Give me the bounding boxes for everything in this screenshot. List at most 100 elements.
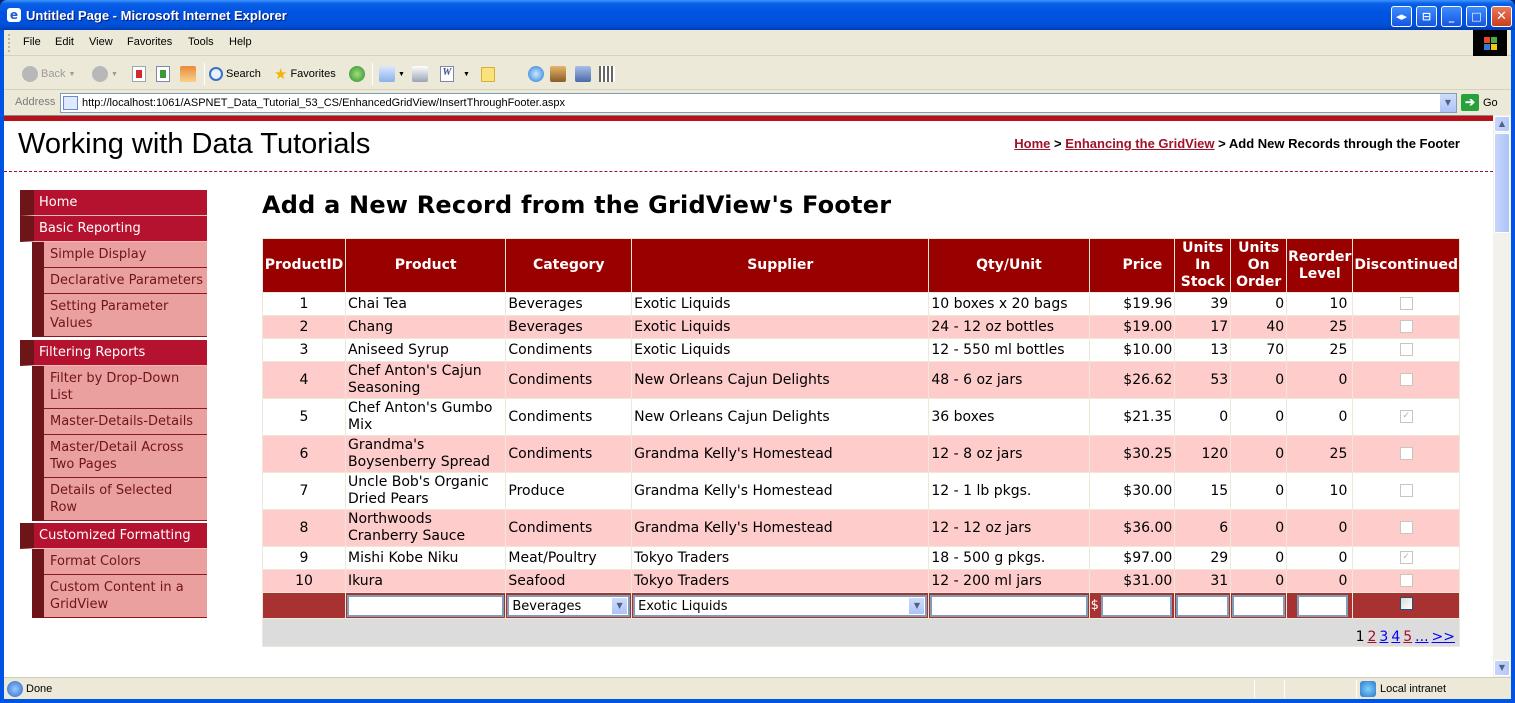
pager-link[interactable]: 3 (1379, 629, 1388, 645)
sidebar-item-filtering-reports[interactable]: Filtering Reports (20, 340, 207, 366)
cell-reorder-level: 25 (1286, 435, 1354, 473)
history-button[interactable] (349, 65, 365, 83)
status-bar: Done Local intranet (4, 677, 1511, 699)
sidebar-item-master-details-details[interactable]: Master-Details-Details (44, 409, 207, 435)
new-supplier-select[interactable]: Exotic Liquids ▼ (633, 594, 928, 617)
pager-link[interactable]: 5 (1403, 629, 1412, 645)
pager-link[interactable]: >> (1432, 629, 1455, 645)
col-header-units-on-order[interactable]: Units On Order (1230, 238, 1288, 293)
sidebar-item-customized-formatting[interactable]: Customized Formatting (20, 523, 207, 549)
menu-tools[interactable]: Tools (188, 36, 214, 48)
new-qty-per-unit-input[interactable] (930, 594, 1088, 617)
scroll-down-icon[interactable]: ▼ (1494, 660, 1510, 676)
new-reorder-level-input[interactable] (1297, 594, 1349, 617)
new-product-name-input[interactable] (346, 594, 505, 617)
menu-file[interactable]: File (23, 36, 41, 48)
sidebar-item-custom-content[interactable]: Custom Content in a GridView (44, 575, 207, 618)
menu-view[interactable]: View (89, 36, 113, 48)
breadcrumb-home-link[interactable]: Home (1014, 136, 1050, 151)
sidebar-item-setting-parameter-values[interactable]: Setting Parameter Values (44, 294, 207, 337)
address-url[interactable]: http://localhost:1061/ASPNET_Data_Tutori… (82, 97, 565, 109)
new-discontinued-checkbox[interactable] (1399, 596, 1413, 610)
col-header-price[interactable]: Price (1088, 238, 1176, 293)
supplier-dropdown-icon[interactable]: ▼ (909, 597, 925, 614)
col-header-productid[interactable]: ProductID (262, 238, 346, 293)
col-header-reorder-level[interactable]: Reorder Level (1286, 238, 1354, 293)
address-dropdown-icon[interactable]: ▼ (1439, 94, 1456, 112)
mail-button[interactable]: ▼ (379, 65, 405, 83)
new-units-on-order-input[interactable] (1232, 594, 1286, 617)
research-button[interactable] (550, 65, 566, 83)
new-category-select[interactable]: Beverages ▼ (507, 594, 631, 617)
media-button[interactable] (575, 65, 591, 83)
sidebar-item-home[interactable]: Home (20, 190, 207, 216)
breadcrumb-separator: > (1214, 136, 1229, 151)
cell-reorder-level: 0 (1286, 361, 1354, 399)
page-status-icon (7, 681, 23, 697)
new-price-input[interactable] (1100, 594, 1173, 617)
refresh-button[interactable] (156, 65, 170, 83)
back-button[interactable]: Back ▼ (22, 65, 75, 83)
sidebar-item-simple-display[interactable]: Simple Display (44, 242, 207, 268)
pager-link[interactable]: 4 (1391, 629, 1400, 645)
cell-category: Condiments (505, 338, 633, 362)
menu-grip[interactable] (8, 34, 10, 52)
cell-discontinued (1352, 292, 1460, 316)
maximize-button[interactable]: □ (1466, 6, 1487, 27)
mail-dropdown-icon[interactable]: ▼ (398, 71, 405, 78)
col-header-supplier[interactable]: Supplier (631, 238, 930, 293)
sidebar-item-master-detail-two-pages[interactable]: Master/Detail Across Two Pages (44, 435, 207, 478)
address-input[interactable]: http://localhost:1061/ASPNET_Data_Tutori… (60, 93, 1457, 113)
menu-edit[interactable]: Edit (55, 36, 74, 48)
cell-price: $21.35 (1088, 398, 1176, 436)
sidebar-item-format-colors[interactable]: Format Colors (44, 549, 207, 575)
table-row: 9 Mishi Kobe Niku Meat/Poultry Tokyo Trader… (262, 546, 1460, 570)
sidebar-item-basic-reporting[interactable]: Basic Reporting (20, 216, 207, 242)
pager-link[interactable]: ... (1415, 629, 1428, 645)
col-header-discontinued[interactable]: Discontinued (1352, 238, 1460, 293)
col-header-units-in-stock[interactable]: Units In Stock (1174, 238, 1232, 293)
minimize-button[interactable]: _ (1441, 6, 1462, 27)
cell-category: Condiments (505, 509, 633, 547)
new-units-in-stock-input[interactable] (1176, 594, 1230, 617)
stop-button[interactable] (132, 65, 146, 83)
home-button[interactable] (180, 65, 196, 83)
forward-dropdown-icon[interactable]: ▼ (111, 71, 118, 78)
discuss-button[interactable] (481, 65, 495, 83)
forward-button[interactable]: ▼ (92, 65, 118, 83)
scroll-up-icon[interactable]: ▲ (1494, 116, 1510, 132)
messenger-button[interactable] (528, 65, 544, 83)
col-header-product[interactable]: Product (344, 238, 507, 293)
scroll-thumb[interactable] (1494, 133, 1510, 233)
tile-button[interactable]: ◂▸ (1391, 6, 1412, 27)
sidebar-item-declarative-parameters[interactable]: Declarative Parameters (44, 268, 207, 294)
search-button[interactable]: Search (209, 65, 261, 83)
edit-word-button[interactable]: W ▼ (440, 65, 470, 83)
go-button[interactable]: ➔ Go (1461, 94, 1498, 111)
pager-link[interactable]: 2 (1367, 629, 1376, 645)
cell-supplier: Exotic Liquids (631, 338, 930, 362)
back-dropdown-icon[interactable]: ▼ (68, 71, 75, 78)
sidebar-item-filter-by-dropdown[interactable]: Filter by Drop-Down List (44, 366, 207, 409)
edit-dropdown-icon[interactable]: ▼ (463, 71, 470, 78)
menu-help[interactable]: Help (229, 36, 252, 48)
extra-tool-button[interactable] (599, 65, 615, 83)
back-label: Back (41, 68, 66, 80)
cell-product: Northwoods Cranberry Sauce (344, 509, 507, 547)
col-header-category[interactable]: Category (505, 238, 633, 293)
category-dropdown-icon[interactable]: ▼ (612, 597, 628, 614)
print-button[interactable] (412, 65, 428, 83)
cell-price: $10.00 (1088, 338, 1176, 362)
restore-tab-button[interactable]: ⊟ (1416, 6, 1437, 27)
sidebar-item-details-selected-row[interactable]: Details of Selected Row (44, 478, 207, 521)
vertical-scrollbar[interactable]: ▲ ▼ (1493, 115, 1511, 677)
header-divider (4, 171, 1493, 172)
menu-favorites[interactable]: Favorites (127, 36, 172, 48)
col-header-qty-unit[interactable]: Qty/Unit (928, 238, 1090, 293)
toolbar-separator (204, 63, 205, 85)
close-button[interactable]: ✕ (1491, 6, 1512, 27)
cell-product: Chang (344, 315, 507, 339)
breadcrumb-enhancing-gridview-link[interactable]: Enhancing the GridView (1065, 136, 1214, 151)
cell-units-on-order: 0 (1230, 509, 1288, 547)
favorites-button[interactable]: ★ Favorites (274, 65, 336, 83)
